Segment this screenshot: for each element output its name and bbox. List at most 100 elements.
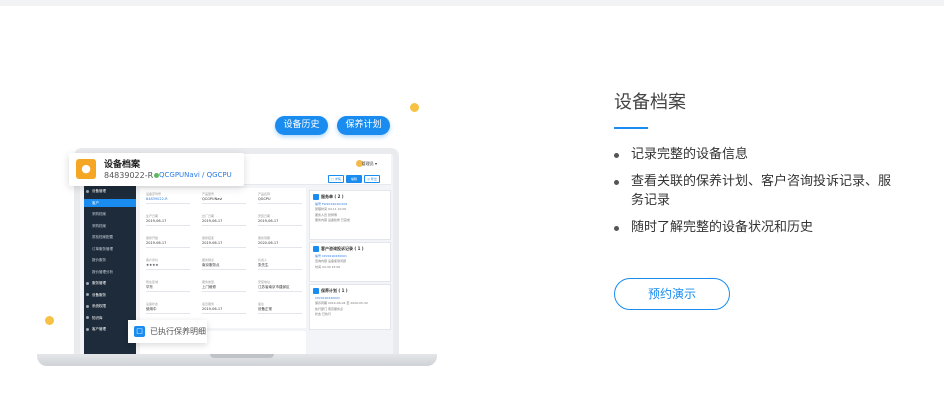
record-card-title-text: 保养计划 ( 1 ) — [321, 288, 348, 293]
feature-text: 务记录 — [631, 193, 671, 208]
bullet-icon — [614, 180, 619, 185]
form-field[interactable]: 安装日期 2019-06-17 — [258, 214, 302, 226]
record-line: 受理时间 04-11 10:00 — [315, 207, 347, 211]
menu-icon — [86, 189, 89, 193]
export-button[interactable]: ◎ 导出 — [364, 175, 380, 183]
form-field[interactable]: 服务类型 上门维修 — [202, 280, 246, 292]
record-line: 状态 已执行 — [315, 312, 331, 316]
sidebar-item-label: 订单服务管理 — [92, 246, 113, 251]
record-card-title-text: 客户咨询投诉记录 ( 1 ) — [321, 246, 364, 251]
form-field[interactable]: 备注 设备正常 — [258, 302, 302, 314]
record-card[interactable]: 客户咨询投诉记录 ( 1 ) 编号 CP20190430001 咨询内容 设备使用问… — [309, 242, 391, 282]
sidebar-item-label: 设备服务 — [92, 292, 106, 297]
record-line: 保养周期 2019-06-04 至 2020-05-30 — [315, 301, 368, 305]
record-card[interactable]: 服务单 ( 2 ) 编号 FW20190401001 受理时间 04-11 10:0… — [309, 190, 391, 240]
record-icon — [313, 246, 319, 252]
field-value: QGCPU — [258, 196, 302, 204]
sidebar-item[interactable]: 采购档案 — [84, 222, 136, 231]
user-menu[interactable]: 管理员 ▾ — [362, 161, 377, 167]
detail-button[interactable]: □ 详情 — [328, 175, 344, 183]
record-card[interactable]: 保养计划 ( 1 ) CP20190430001 保养周期 2019-06-04 至… — [309, 284, 391, 330]
form-field[interactable]: 所在区域 华东 — [146, 280, 190, 292]
title-underline — [614, 127, 648, 129]
form-field[interactable]: 保修开始 2019-06-17 — [146, 236, 190, 248]
record-card-title: 保养计划 ( 1 ) — [310, 285, 390, 294]
form-field[interactable]: 出厂日期 2019-06-17 — [202, 214, 246, 226]
field-value: 上门维修 — [202, 284, 246, 292]
form-field[interactable]: 设备序列号 84839022-R — [146, 192, 190, 204]
sidebar-item[interactable]: 质检档案配置 — [84, 233, 136, 242]
sidebar-item[interactable]: 客户 — [84, 198, 136, 207]
sidebar-item-label: 报价服务 — [92, 258, 106, 262]
sidebar-item-label: 采购档案 — [92, 212, 106, 216]
sidebar-item-label: 知识库 — [92, 315, 103, 320]
field-value: 2020-06-17 — [258, 240, 302, 248]
menu-icon — [86, 293, 89, 296]
field-value: 华东 — [146, 284, 190, 292]
field-value: ★★★★ — [146, 262, 190, 270]
tab-equipment-history[interactable]: 设备历史 — [275, 116, 328, 135]
sidebar-item[interactable]: 设备管理 — [84, 187, 136, 196]
executed-maintenance-chip[interactable]: □ 已执行保养明细 — [128, 320, 207, 343]
bullet-icon — [614, 226, 619, 231]
sidebar-item[interactable]: 采购档案 — [84, 210, 136, 219]
sidebar-item[interactable]: 系统权限 — [84, 302, 136, 311]
form-field[interactable]: 生产日期 2019-06-17 — [146, 214, 190, 226]
record-card-title-text: 服务单 ( 2 ) — [321, 194, 344, 199]
form-field[interactable]: 客户评价 ★★★★ — [146, 258, 190, 270]
field-value: 2019-06-17 — [146, 240, 190, 248]
form-field[interactable]: 服务网点 南京服务点 — [202, 258, 246, 270]
equipment-id: 84839022-R — [104, 171, 154, 180]
feature-text: 记录完整的设备信息 — [631, 147, 749, 162]
section-title: 设备档案 — [614, 92, 686, 113]
document-icon: □ — [134, 326, 145, 337]
feature-text: 查看关联的保养计划、客户咨询投诉记录、服 — [631, 174, 892, 189]
decor-dot-left — [45, 316, 54, 325]
sidebar-item-label: 报价管理分析 — [92, 269, 113, 274]
sidebar-item-label: 客户 — [92, 200, 99, 205]
record-line: 执行部门 南京服务点 — [315, 306, 343, 311]
sidebar-item-label: 质检档案配置 — [92, 235, 113, 239]
form-field[interactable]: 保修结束 2019-06-17 — [202, 236, 246, 248]
book-demo-button[interactable]: 预约演示 — [614, 278, 730, 310]
sidebar-item[interactable]: 服务管理 — [84, 279, 136, 288]
menu-icon — [86, 304, 89, 308]
sidebar-item[interactable]: 报价服务 — [84, 256, 136, 265]
record-line: 服务内容 设备检修 已完成 — [315, 218, 350, 222]
field-value: 2019-06-17 — [202, 218, 246, 226]
record-icon — [313, 194, 319, 200]
form-field[interactable]: 产品型号 QCGPUNavi — [202, 192, 246, 204]
sidebar-item-label: 设备管理 — [92, 189, 106, 193]
field-value: 2019-06-17 — [258, 218, 302, 226]
field-value: 江苏省南京市建邺区 — [258, 284, 302, 292]
sidebar-item[interactable]: 订单服务管理 — [84, 245, 136, 254]
menu-icon — [86, 281, 89, 285]
field-value: 2019-06-17 — [146, 218, 190, 226]
sidebar-item[interactable]: 报价管理分析 — [84, 268, 136, 277]
related-records-panel: 服务单 ( 2 ) 编号 FW20190401001 受理时间 04-11 10:0… — [309, 188, 391, 354]
laptop-notch — [210, 354, 274, 358]
field-value: 南京服务点 — [202, 262, 246, 270]
form-field[interactable]: 最近服务 2019-06-17 — [202, 302, 246, 314]
form-field[interactable]: 设备状态 使用中 — [146, 302, 190, 314]
sidebar-item[interactable]: 设备服务 — [84, 291, 136, 300]
tab-maintenance-plan[interactable]: 保养计划 — [337, 116, 390, 135]
record-card-title: 客户咨询投诉记录 ( 1 ) — [310, 243, 390, 252]
decor-dot-top — [410, 103, 419, 112]
record-line: 时间 04-30 15:00 — [315, 264, 341, 269]
edit-button[interactable]: 编辑 — [346, 175, 362, 183]
form-field[interactable]: 负责人 张先生 — [258, 258, 302, 270]
form-field[interactable]: 产品名称 QGCPU — [258, 192, 302, 204]
card-title: 设备档案 — [104, 160, 141, 170]
record-line: 咨询内容 设备使用问题 — [315, 259, 346, 263]
menu-icon — [86, 316, 89, 319]
sidebar-item-label: 服务管理 — [92, 281, 106, 285]
field-value: 设备正常 — [258, 306, 302, 314]
form-field[interactable]: 服务到期 2020-06-17 — [258, 236, 302, 248]
executed-label: 已执行保养明细 — [150, 327, 206, 336]
record-line: 编号 FW20190401001 — [315, 201, 348, 206]
form-field[interactable]: 安装地址 江苏省南京市建邺区 — [258, 280, 302, 292]
top-band — [0, 0, 944, 6]
equipment-form: 设备序列号 84839022-R 产品型号 QCGPUNavi 产品名称 QGCPU 生产日… — [140, 188, 306, 328]
field-value: QCGPUNavi — [202, 196, 246, 204]
